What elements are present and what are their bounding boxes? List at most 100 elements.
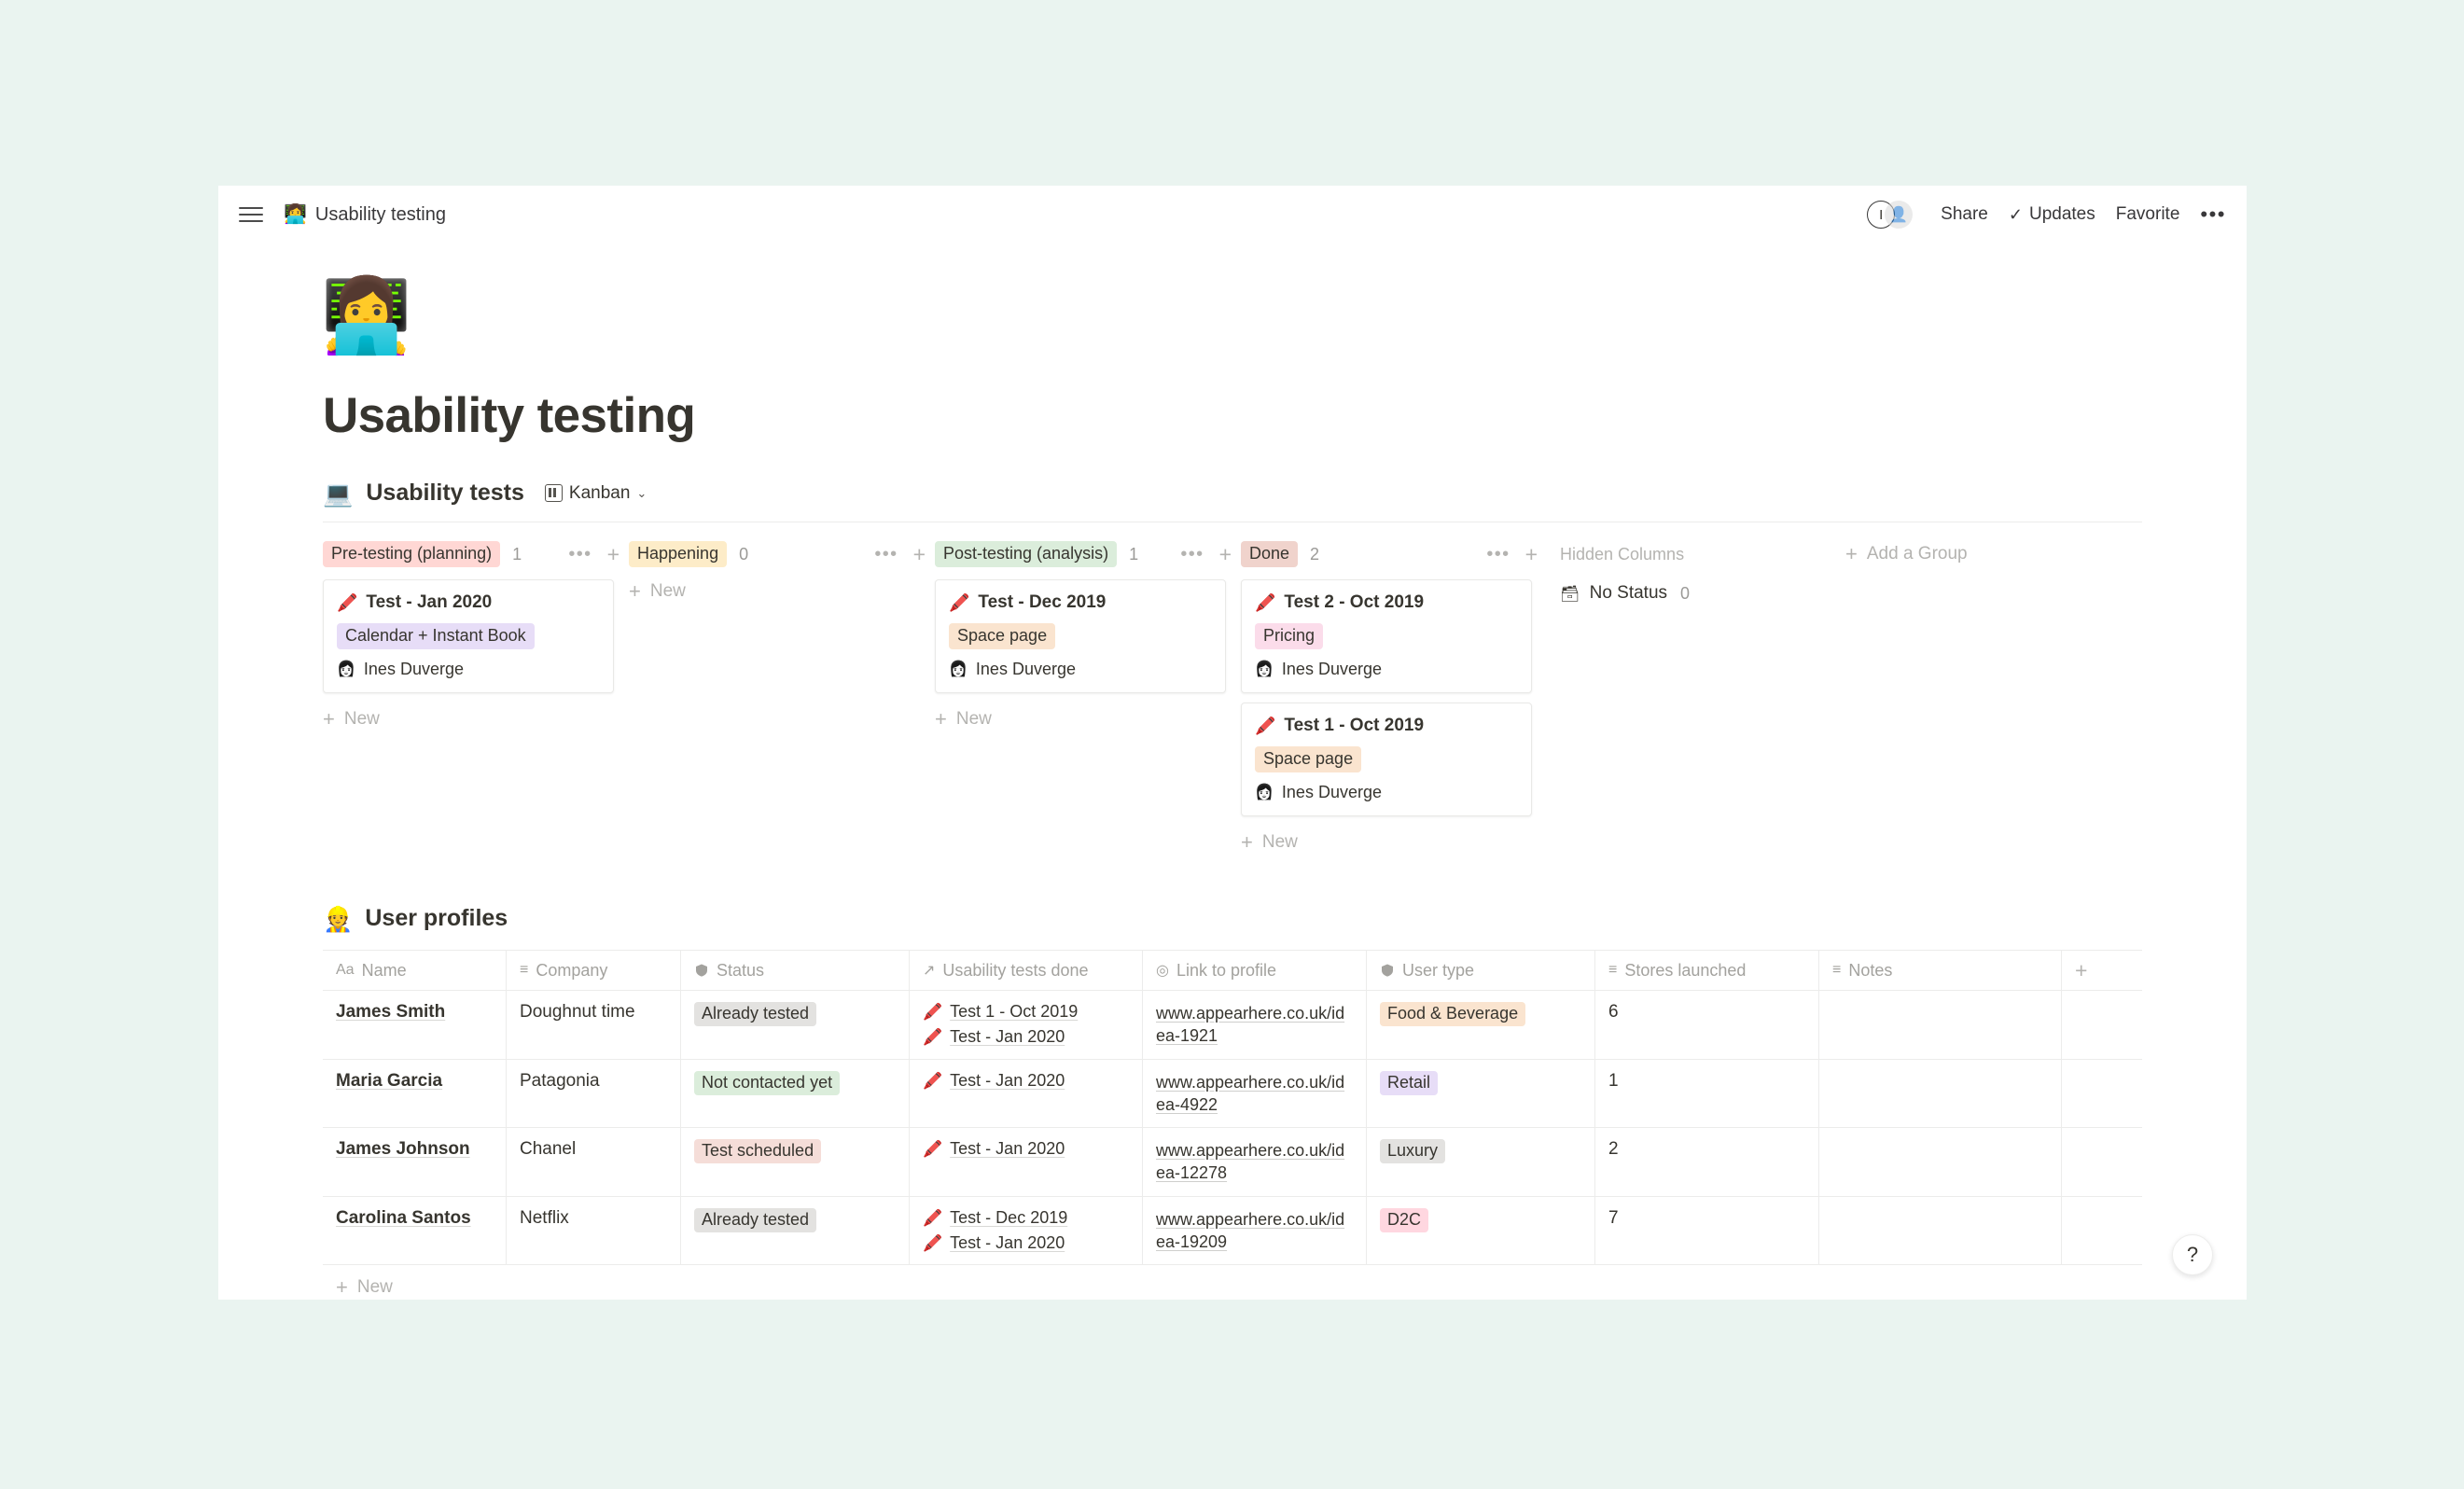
cell-usability-tests[interactable]: 🖍️ Test - Jan 2020: [910, 1128, 1143, 1196]
table-row[interactable]: James Johnson Chanel Test scheduled 🖍️ T…: [323, 1128, 2142, 1197]
table-row[interactable]: Maria Garcia Patagonia Not contacted yet…: [323, 1059, 2142, 1129]
favorite-button[interactable]: Favorite: [2116, 204, 2180, 225]
profile-url-link[interactable]: www.appearhere.co.uk/idea-4922: [1156, 1071, 1353, 1117]
hidden-column-no-status[interactable]: 🗃 No Status 0: [1560, 583, 1827, 604]
column-add-icon[interactable]: +: [1525, 543, 1538, 564]
cell-usability-tests[interactable]: 🖍️ Test 1 - Oct 2019 🖍️ Test - Jan 2020: [910, 991, 1143, 1059]
column-add-icon[interactable]: +: [913, 543, 926, 564]
cell-usability-tests[interactable]: 🖍️ Test - Dec 2019 🖍️ Test - Jan 2020: [910, 1196, 1143, 1265]
profile-url-link[interactable]: www.appearhere.co.uk/idea-12278: [1156, 1139, 1353, 1185]
column-header-name[interactable]: Aa Name: [323, 951, 507, 990]
updates-button[interactable]: ✓ Updates: [2009, 204, 2095, 225]
column-header-usability-tests-done[interactable]: ↗ Usability tests done: [910, 951, 1143, 990]
cell-usability-tests[interactable]: 🖍️ Test - Jan 2020: [910, 1059, 1143, 1128]
profile-url-link[interactable]: www.appearhere.co.uk/idea-19209: [1156, 1208, 1353, 1254]
cell-name[interactable]: Carolina Santos: [323, 1196, 507, 1265]
add-column-button[interactable]: +: [2062, 951, 2142, 990]
cell-company[interactable]: Netflix: [507, 1196, 681, 1265]
card-tag[interactable]: Calendar + Instant Book: [337, 623, 535, 649]
cell-name[interactable]: Maria Garcia: [323, 1059, 507, 1128]
relation-item[interactable]: 🖍️ Test 1 - Oct 2019: [923, 1002, 1129, 1022]
cell-user-type[interactable]: Retail: [1367, 1059, 1595, 1128]
cell-status[interactable]: Not contacted yet: [681, 1059, 910, 1128]
cell-stores-launched[interactable]: 6: [1595, 991, 1819, 1059]
cell-link[interactable]: www.appearhere.co.uk/idea-19209: [1143, 1196, 1367, 1265]
relation-item[interactable]: 🖍️ Test - Jan 2020: [923, 1071, 1129, 1091]
relation-item[interactable]: 🖍️ Test - Jan 2020: [923, 1233, 1129, 1253]
cell-company[interactable]: Patagonia: [507, 1059, 681, 1128]
column-header-link-to-profile[interactable]: ◎ Link to profile: [1143, 951, 1367, 990]
cell-company[interactable]: Chanel: [507, 1128, 681, 1196]
hamburger-icon[interactable]: [239, 207, 263, 222]
column-add-icon[interactable]: +: [1219, 543, 1232, 564]
cell-user-type[interactable]: D2C: [1367, 1196, 1595, 1265]
profile-url-link[interactable]: www.appearhere.co.uk/idea-1921: [1156, 1002, 1353, 1048]
row-name-link[interactable]: Carolina Santos: [336, 1208, 493, 1229]
status-badge[interactable]: Post-testing (analysis): [935, 541, 1118, 567]
relation-item[interactable]: 🖍️ Test - Dec 2019: [923, 1208, 1129, 1228]
row-name-link[interactable]: James Smith: [336, 1002, 493, 1023]
avatar-secondary[interactable]: 👤: [1885, 201, 1914, 229]
cell-link[interactable]: www.appearhere.co.uk/idea-12278: [1143, 1128, 1367, 1196]
cell-status[interactable]: Test scheduled: [681, 1128, 910, 1196]
more-options-icon[interactable]: •••: [2200, 204, 2226, 225]
row-name-link[interactable]: Maria Garcia: [336, 1071, 493, 1092]
column-header-stores-launched[interactable]: ≡ Stores launched: [1595, 951, 1819, 990]
cell-name[interactable]: James Smith: [323, 991, 507, 1059]
cell-status[interactable]: Already tested: [681, 991, 910, 1059]
cell-link[interactable]: www.appearhere.co.uk/idea-4922: [1143, 1059, 1367, 1128]
breadcrumb[interactable]: 👩‍💻 Usability testing: [284, 204, 446, 226]
column-more-icon[interactable]: •••: [874, 545, 898, 564]
cell-stores-launched[interactable]: 7: [1595, 1196, 1819, 1265]
table-row[interactable]: Carolina Santos Netflix Already tested 🖍…: [323, 1196, 2142, 1266]
kanban-card[interactable]: 🖍️ Test 1 - Oct 2019 Space page 👩🏻 Ines …: [1241, 703, 1532, 816]
column-more-icon[interactable]: •••: [568, 545, 592, 564]
column-add-icon[interactable]: +: [607, 543, 619, 564]
share-button[interactable]: Share: [1941, 204, 1988, 225]
top-bar: 👩‍💻 Usability testing I 👤 Share ✓ Update…: [218, 186, 2247, 244]
cell-status[interactable]: Already tested: [681, 1196, 910, 1265]
add-card-button[interactable]: + New: [1241, 832, 1547, 854]
row-name-link[interactable]: James Johnson: [336, 1139, 493, 1160]
database-title[interactable]: Usability tests: [366, 480, 524, 507]
cell-stores-launched[interactable]: 2: [1595, 1128, 1819, 1196]
cell-notes[interactable]: [1819, 1196, 2062, 1265]
table-row[interactable]: James Smith Doughnut time Already tested…: [323, 991, 2142, 1060]
view-selector[interactable]: Kanban ⌄: [544, 483, 647, 504]
status-badge[interactable]: Pre-testing (planning): [323, 541, 501, 567]
column-header-company[interactable]: ≡ Company: [507, 951, 681, 990]
cell-stores-launched[interactable]: 1: [1595, 1059, 1819, 1128]
card-tag[interactable]: Space page: [949, 623, 1056, 649]
cell-notes[interactable]: [1819, 991, 2062, 1059]
page-emoji-icon[interactable]: 👩‍💻: [321, 279, 2247, 352]
add-card-button[interactable]: + New: [935, 709, 1241, 731]
card-tag[interactable]: Space page: [1255, 746, 1362, 772]
user-profiles-title[interactable]: User profiles: [365, 905, 508, 932]
cell-link[interactable]: www.appearhere.co.uk/idea-1921: [1143, 991, 1367, 1059]
add-card-button[interactable]: + New: [629, 581, 935, 603]
cell-user-type[interactable]: Food & Beverage: [1367, 991, 1595, 1059]
add-card-button[interactable]: + New: [323, 709, 629, 731]
column-header-user-type[interactable]: User type: [1367, 951, 1595, 990]
column-more-icon[interactable]: •••: [1486, 545, 1510, 564]
help-button[interactable]: ?: [2172, 1234, 2213, 1275]
kanban-card[interactable]: 🖍️ Test - Jan 2020 Calendar + Instant Bo…: [323, 579, 614, 693]
column-more-icon[interactable]: •••: [1180, 545, 1204, 564]
cell-name[interactable]: James Johnson: [323, 1128, 507, 1196]
cell-notes[interactable]: [1819, 1128, 2062, 1196]
column-header-status[interactable]: Status: [681, 951, 910, 990]
cell-user-type[interactable]: Luxury: [1367, 1128, 1595, 1196]
add-row-button[interactable]: + New: [323, 1265, 2142, 1300]
page-title[interactable]: Usability testing: [323, 387, 2247, 444]
add-group-button[interactable]: + Add a Group: [1845, 538, 1968, 570]
cell-company[interactable]: Doughnut time: [507, 991, 681, 1059]
column-header-notes[interactable]: ≡ Notes: [1819, 951, 2062, 990]
kanban-card[interactable]: 🖍️ Test 2 - Oct 2019 Pricing 👩🏻 Ines Duv…: [1241, 579, 1532, 693]
status-badge[interactable]: Happening: [629, 541, 728, 567]
cell-notes[interactable]: [1819, 1059, 2062, 1128]
kanban-card[interactable]: 🖍️ Test - Dec 2019 Space page 👩🏻 Ines Du…: [935, 579, 1226, 693]
relation-item[interactable]: 🖍️ Test - Jan 2020: [923, 1139, 1129, 1159]
card-tag[interactable]: Pricing: [1255, 623, 1324, 649]
status-badge[interactable]: Done: [1241, 541, 1299, 567]
relation-item[interactable]: 🖍️ Test - Jan 2020: [923, 1027, 1129, 1047]
